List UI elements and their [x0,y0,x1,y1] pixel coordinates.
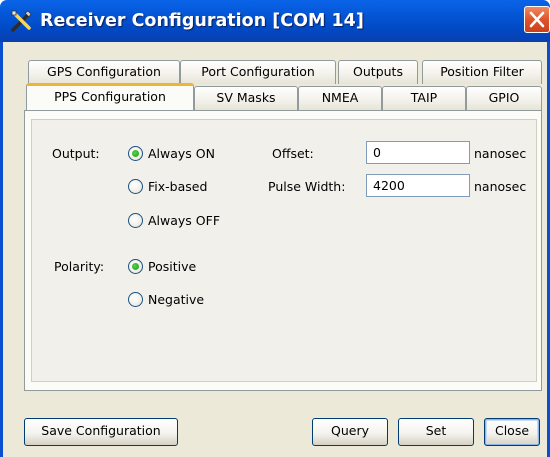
radio-selected-dot [132,263,139,270]
output-always-off-radio[interactable] [128,213,143,228]
offset-label: Offset: [272,146,314,161]
offset-input[interactable]: 0 [366,141,470,164]
output-always-off-label[interactable]: Always OFF [148,213,220,229]
tab-nmea[interactable]: NMEA [298,86,382,110]
output-always-on-label[interactable]: Always ON [148,146,215,162]
radio-selected-dot [132,150,139,157]
pulse-width-label: Pulse Width: [268,179,346,194]
pulse-width-input[interactable]: 4200 [366,174,470,197]
tab-gps-configuration[interactable]: GPS Configuration [28,60,180,84]
tab-gpio[interactable]: GPIO [466,86,542,110]
polarity-negative-radio[interactable] [128,292,143,307]
output-fix-based-radio[interactable] [128,179,143,194]
tab-taip[interactable]: TAIP [382,86,466,110]
polarity-positive-label[interactable]: Positive [148,259,196,275]
close-icon [529,11,545,28]
set-button[interactable]: Set [398,418,474,446]
tab-position-filter[interactable]: Position Filter [422,60,542,84]
window-close-button[interactable] [524,6,550,33]
close-button[interactable]: Close [484,418,540,446]
title-bar: Receiver Configuration [COM 14] [0,0,550,42]
pps-configuration-panel: Output: Always ON Fix-based Always OFF O… [24,110,542,391]
output-fix-based-label[interactable]: Fix-based [148,179,207,195]
pulse-width-unit: nanosec [474,179,527,194]
polarity-negative-label[interactable]: Negative [148,292,204,308]
query-button[interactable]: Query [312,418,388,446]
save-configuration-button[interactable]: Save Configuration [24,418,178,446]
offset-unit: nanosec [474,146,527,161]
output-label: Output: [52,146,100,161]
pps-settings-group: Output: Always ON Fix-based Always OFF O… [31,119,537,382]
tools-icon [11,10,32,32]
polarity-label: Polarity: [54,259,105,274]
polarity-positive-radio[interactable] [128,259,143,274]
tab-outputs[interactable]: Outputs [338,60,418,84]
window-title: Receiver Configuration [COM 14] [40,11,364,31]
tab-pps-configuration[interactable]: PPS Configuration [26,83,194,110]
tab-port-configuration[interactable]: Port Configuration [180,60,336,84]
output-always-on-radio[interactable] [128,146,143,161]
tab-sv-masks[interactable]: SV Masks [194,86,298,110]
